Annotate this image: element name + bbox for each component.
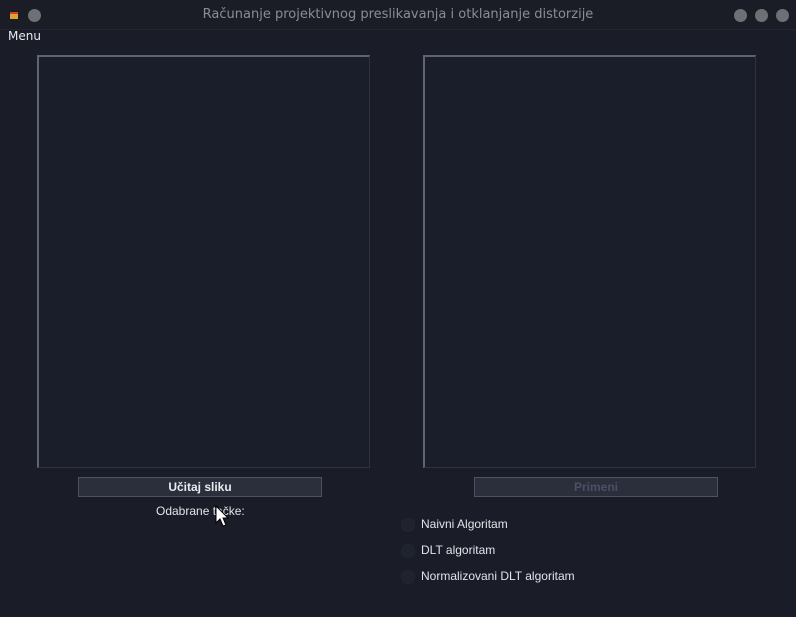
mouse-pointer-icon <box>215 505 230 527</box>
source-image-panel[interactable] <box>37 55 370 468</box>
selected-points-label: Odabrane tačke: <box>156 504 245 518</box>
menu-bar: Menu <box>0 29 796 45</box>
radio-label: Naivni Algoritam <box>421 517 508 531</box>
apply-button[interactable]: Primeni <box>474 477 718 497</box>
radio-button[interactable] <box>401 544 415 558</box>
radio-button[interactable] <box>401 570 415 584</box>
title-bar: Računanje projektivnog preslikavanja i o… <box>0 0 796 30</box>
result-image-panel <box>423 55 756 468</box>
radio-label: Normalizovani DLT algoritam <box>421 569 575 583</box>
radio-label: DLT algoritam <box>421 543 496 557</box>
load-image-button[interactable]: Učitaj sliku <box>78 477 322 497</box>
radio-button[interactable] <box>401 518 415 532</box>
close-button[interactable] <box>776 9 789 22</box>
window-title: Računanje projektivnog preslikavanja i o… <box>202 7 594 22</box>
menu-item-menu[interactable]: Menu <box>8 29 41 43</box>
minimize-button[interactable] <box>734 9 747 22</box>
maximize-button[interactable] <box>755 9 768 22</box>
